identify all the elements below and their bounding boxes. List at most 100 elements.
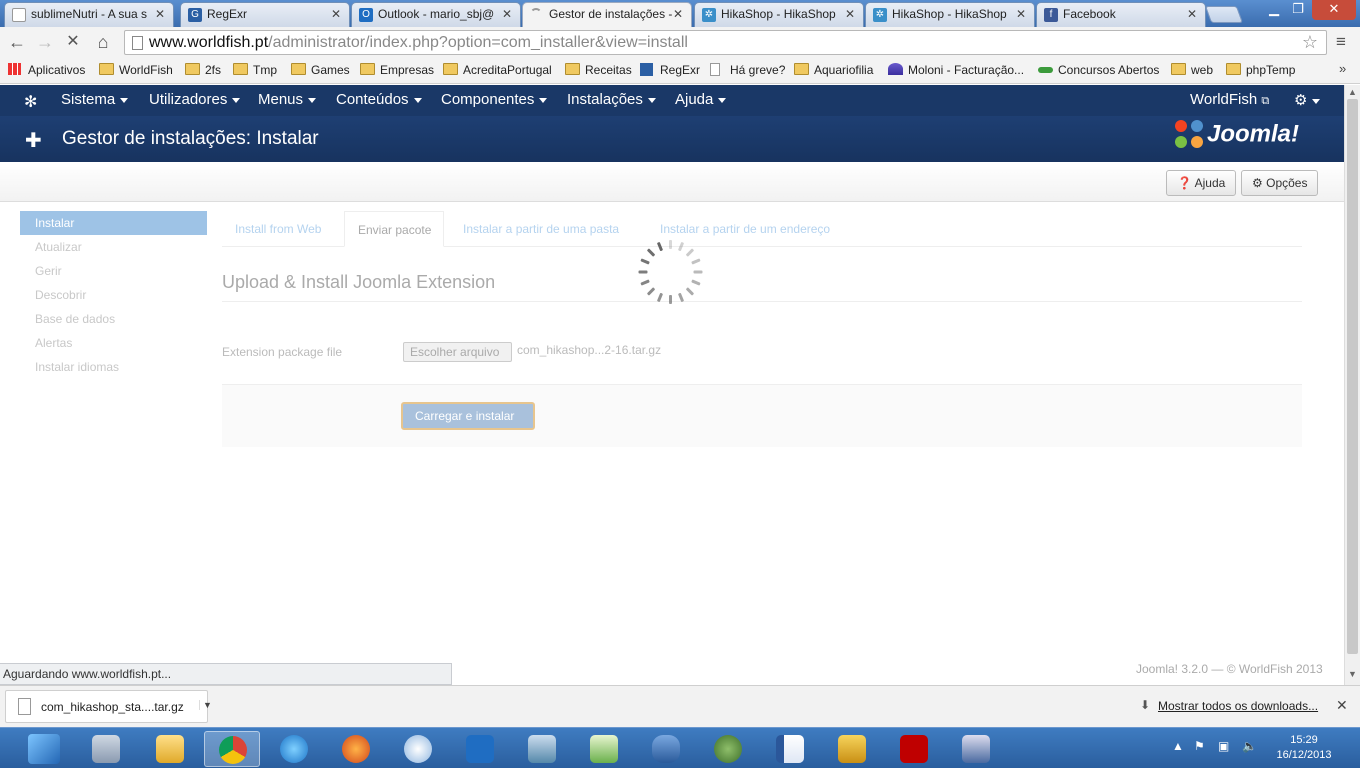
upload-install-button[interactable]: Carregar e instalar — [401, 402, 535, 430]
download-item[interactable]: com_hikashop_sta....tar.gz ▼ — [5, 690, 212, 723]
scroll-up-icon[interactable]: ▲ — [1348, 87, 1357, 97]
star-icon[interactable]: ☆ — [1302, 32, 1318, 53]
bookmark-item[interactable]: Concursos Abertos — [1038, 63, 1159, 77]
sidebar-item-instalar-idiomas[interactable]: Instalar idiomas — [20, 355, 207, 379]
sidebar-item-descobrir[interactable]: Descobrir — [20, 283, 207, 307]
sidebar-item-atualizar[interactable]: Atualizar — [20, 235, 207, 259]
bookmark-item[interactable]: web — [1171, 63, 1213, 77]
tab-enviar-pacote[interactable]: Enviar pacote — [344, 211, 445, 247]
site-link[interactable]: WorldFish ⧉ — [1190, 91, 1269, 108]
safari-icon[interactable] — [390, 731, 446, 767]
sidebar-item-instalar[interactable]: Instalar — [20, 211, 207, 235]
database-icon[interactable] — [638, 731, 694, 767]
menu-icon[interactable]: ≡ — [1336, 32, 1346, 52]
network-icon[interactable]: ▣ — [1218, 739, 1229, 753]
sidebar-item-alertas[interactable]: Alertas — [20, 331, 207, 355]
spinner-tick — [691, 258, 701, 265]
address-bar[interactable]: www.worldfish.pt/administrator/index.php… — [124, 30, 1327, 55]
volume-icon[interactable]: 🔈 — [1242, 739, 1257, 753]
turtle-icon[interactable] — [700, 731, 756, 767]
home-icon[interactable]: ⌂ — [92, 31, 114, 53]
menu-menus[interactable]: Menus — [258, 91, 317, 108]
forward-icon[interactable]: → — [34, 31, 56, 53]
back-icon[interactable]: ← — [6, 31, 28, 53]
bookmark-item[interactable]: 2fs — [185, 63, 221, 77]
bookmark-item[interactable]: Aplicativos — [8, 63, 85, 77]
sidebar-item-gerir[interactable]: Gerir — [20, 259, 207, 283]
browser-tab[interactable]: sublimeNutri - A sua s ✕ — [4, 2, 174, 27]
outlook-icon[interactable] — [452, 731, 508, 767]
show-hidden-icons[interactable]: ▲ — [1172, 739, 1184, 753]
browser-tab[interactable]: ✲ HikaShop - HikaShop ✕ — [694, 2, 864, 27]
explorer-icon[interactable] — [142, 731, 198, 767]
joomla-mark-icon — [1175, 120, 1205, 150]
bookmark-item[interactable]: AcreditaPortugal — [443, 63, 552, 77]
close-shelf-icon[interactable]: ✕ — [1336, 697, 1348, 714]
tab-install-from-web[interactable]: Install from Web — [222, 211, 333, 247]
page-scrollbar[interactable]: ▲ ▼ — [1344, 85, 1360, 685]
scroll-down-icon[interactable]: ▼ — [1348, 669, 1357, 679]
notepad-icon[interactable] — [576, 731, 632, 767]
calculator-icon[interactable] — [78, 731, 134, 767]
new-tab-button[interactable] — [1204, 6, 1244, 23]
joomla-icon[interactable]: ✻ — [24, 92, 37, 112]
page-icon — [132, 36, 143, 50]
close-icon[interactable]: ✕ — [845, 7, 855, 21]
more-bookmarks-button[interactable]: » — [1339, 61, 1346, 76]
bookmark-item[interactable]: Tmp — [233, 63, 277, 77]
bookmark-item[interactable]: RegExr — [640, 63, 700, 77]
start-button-icon[interactable] — [28, 734, 60, 764]
choose-file-button[interactable]: Escolher arquivo — [403, 342, 512, 362]
menu-conteudos[interactable]: Conteúdos — [336, 91, 422, 108]
menu-sistema[interactable]: Sistema — [61, 91, 129, 108]
chevron-down-icon[interactable]: ▼ — [199, 700, 212, 710]
remote-desktop-icon[interactable] — [948, 731, 1004, 767]
close-icon[interactable]: ✕ — [155, 7, 165, 21]
puzzle-icon[interactable] — [824, 731, 880, 767]
word-icon[interactable] — [762, 731, 818, 767]
menu-instalacoes[interactable]: Instalações — [567, 91, 656, 108]
filezilla-icon[interactable] — [886, 731, 942, 767]
close-icon[interactable]: ✕ — [1016, 7, 1026, 21]
help-button[interactable]: ❓ Ajuda — [1166, 170, 1237, 196]
spinner-tick — [677, 241, 685, 252]
flag-icon[interactable]: ⚑ — [1194, 739, 1205, 753]
tab-title: sublimeNutri - A sua s — [31, 7, 148, 21]
bookmark-item[interactable]: Há greve? — [710, 63, 785, 77]
stop-icon[interactable]: ✕ — [62, 31, 84, 53]
ie-icon[interactable] — [266, 731, 322, 767]
system-clock[interactable]: 15:29 16/12/2013 — [1272, 733, 1336, 763]
firefox-icon[interactable] — [328, 731, 384, 767]
close-icon[interactable]: ✕ — [673, 7, 683, 21]
bookmark-item[interactable]: Moloni - Facturação... — [888, 63, 1024, 77]
close-icon[interactable]: ✕ — [331, 7, 341, 21]
browser-tab[interactable]: ✲ HikaShop - HikaShop ✕ — [865, 2, 1035, 27]
bookmark-item[interactable]: phpTemp — [1226, 63, 1295, 77]
close-icon[interactable]: ✕ — [502, 7, 512, 21]
close-icon[interactable]: ✕ — [1187, 7, 1197, 21]
restore-icon[interactable]: ❐ — [1284, 0, 1312, 20]
download-filename: com_hikashop_sta....tar.gz — [41, 700, 184, 714]
chrome-icon[interactable] — [204, 731, 260, 767]
show-all-downloads-link[interactable]: Mostrar todos os downloads... — [1158, 699, 1318, 713]
virtualbox-icon[interactable] — [514, 731, 570, 767]
bookmark-item[interactable]: Empresas — [360, 63, 434, 77]
bookmark-item[interactable]: Aquariofilia — [794, 63, 873, 77]
window-close-icon[interactable]: ✕ — [1312, 0, 1356, 20]
bookmark-item[interactable]: WorldFish — [99, 63, 173, 77]
settings-menu[interactable]: ⚙ — [1294, 91, 1321, 109]
menu-utilizadores[interactable]: Utilizadores — [149, 91, 241, 108]
browser-tab[interactable]: O Outlook - mario_sbj@ ✕ — [351, 2, 521, 27]
tab-instalar-pasta[interactable]: Instalar a partir de uma pasta — [450, 211, 631, 247]
sidebar-item-base-de-dados[interactable]: Base de dados — [20, 307, 207, 331]
menu-ajuda[interactable]: Ajuda — [675, 91, 727, 108]
browser-tab-active[interactable]: Gestor de instalações - ✕ — [522, 2, 692, 28]
menu-componentes[interactable]: Componentes — [441, 91, 548, 108]
browser-tab[interactable]: G RegExr ✕ — [180, 2, 350, 27]
bookmark-item[interactable]: Games — [291, 63, 350, 77]
scrollbar-thumb[interactable] — [1347, 99, 1358, 654]
bookmark-label: web — [1191, 63, 1214, 77]
browser-tab[interactable]: f Facebook ✕ — [1036, 2, 1206, 27]
options-button[interactable]: ⚙ Opções — [1241, 170, 1319, 196]
bookmark-item[interactable]: Receitas — [565, 63, 632, 77]
